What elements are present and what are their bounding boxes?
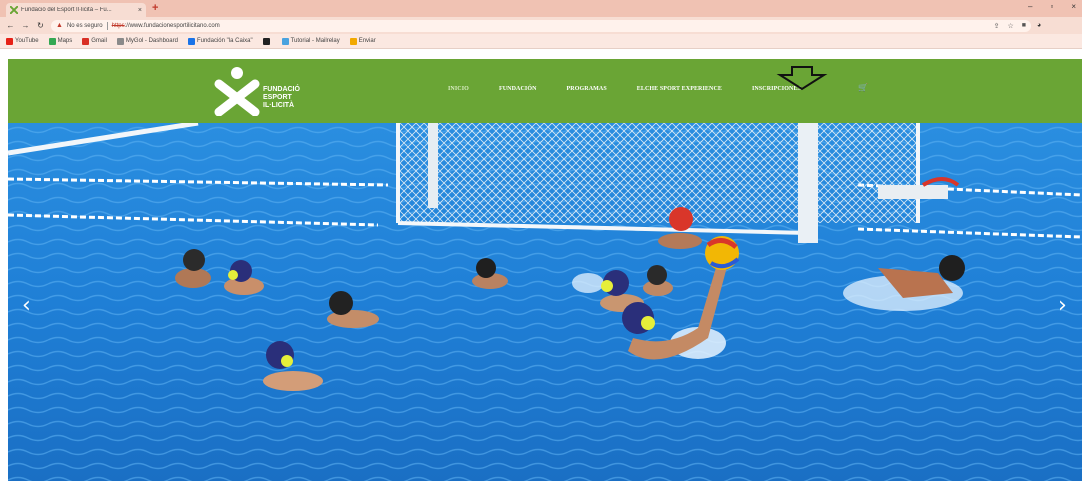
browser-window: Fundació del Esport Il·licità – Fu... × … (0, 0, 1082, 481)
address-toolbar: ← → ↻ ▲ No es seguro https://www.fundaci… (0, 17, 1082, 34)
bookmark-favicon-icon (48, 37, 56, 45)
hero-water-polo-image (8, 123, 1082, 481)
url-bar[interactable]: ▲ No es seguro https://www.fundacionespo… (51, 19, 1031, 32)
window-controls: – ▫ × (1028, 2, 1076, 11)
omnibox-actions: ⇪ ☆ ■ (994, 22, 1026, 30)
profile-icon[interactable]: ◕ (1037, 22, 1041, 29)
insecure-label: No es seguro (66, 22, 103, 29)
forward-icon[interactable]: → (21, 21, 30, 30)
bookmark-label: Fundación "la Caixa" (196, 38, 253, 44)
close-tab-icon[interactable]: × (138, 7, 142, 14)
cart-icon[interactable]: 🛒 (858, 83, 868, 92)
nav-item-elche-sport-experience[interactable]: ELCHE SPORT EXPERIENCE (637, 86, 722, 92)
bookmark-label: YouTube (15, 38, 39, 44)
bookmark-star-icon[interactable]: ☆ (1007, 22, 1013, 30)
logo-line-1: FUNDACIÓ (263, 86, 300, 93)
restore-icon[interactable]: ▫ (1050, 2, 1053, 11)
logo-wordmark: FUNDACIÓ ESPORT IL·LICITÀ (263, 86, 300, 110)
bookmark-item[interactable]: MyGol - Dashboard (116, 37, 178, 45)
bookmark-item[interactable] (262, 37, 272, 45)
logo-line-3: IL·LICITÀ (263, 102, 295, 109)
share-icon[interactable]: ⇪ (994, 22, 1000, 30)
bookmark-favicon-icon (82, 37, 90, 45)
bookmark-label: Maps (57, 38, 73, 44)
back-icon[interactable]: ← (6, 21, 15, 30)
nav-item-programas[interactable]: PROGRAMAS (567, 86, 607, 92)
bookmark-item[interactable]: Enviar (349, 37, 376, 45)
url-https: https (111, 22, 125, 29)
bookmark-favicon-icon (281, 37, 289, 45)
slider-prev-button[interactable]: ‹ (22, 295, 31, 317)
bookmark-item[interactable]: YouTube (6, 37, 39, 45)
logo-line-2: ESPORT (263, 94, 292, 101)
new-tab-button[interactable]: + (152, 2, 158, 14)
bookmark-item[interactable]: Maps (48, 37, 73, 45)
nav-item-fundacion[interactable]: FUNDACIÓN (499, 86, 537, 92)
bookmark-favicon-icon (262, 37, 270, 45)
bookmark-favicon-icon (187, 37, 195, 45)
bookmark-item[interactable]: Gmail (82, 37, 107, 45)
url-text: https://www.fundacionesportilicitano.com (112, 23, 220, 29)
url-domain: ://www.fundacionesportilicitano.com (124, 22, 220, 29)
bookmark-item[interactable]: Tutorial - Mailrelay (281, 37, 340, 45)
sidebar-icon[interactable]: ■ (1022, 22, 1026, 30)
bookmark-label: Enviar (358, 38, 376, 44)
hero-slider: ‹ › (8, 123, 1082, 481)
bookmark-favicon-icon (6, 37, 13, 45)
close-window-icon[interactable]: × (1071, 2, 1076, 11)
tab-title: Fundació del Esport Il·licità – Fu... (21, 7, 112, 13)
bookmarks-bar: YouTube Maps Gmail MyGol - Dashboard Fundaci… (0, 34, 1082, 49)
warning-icon[interactable]: ▲ (56, 22, 63, 29)
favicon-icon (10, 6, 18, 14)
slider-next-button[interactable]: › (1058, 295, 1067, 317)
bookmark-label: MyGol - Dashboard (125, 38, 178, 44)
tab-bar: Fundació del Esport Il·licità – Fu... × … (0, 0, 1082, 17)
nav-item-inicio[interactable]: INICIO (448, 86, 469, 92)
minimize-icon[interactable]: – (1028, 2, 1032, 11)
site-logo[interactable]: FUNDACIÓ ESPORT IL·LICITÀ (213, 64, 323, 120)
main-nav: INICIO FUNDACIÓN PROGRAMAS ELCHE SPORT E… (448, 86, 801, 92)
bookmark-favicon-icon (116, 37, 124, 45)
browser-tab[interactable]: Fundació del Esport Il·licità – Fu... × (6, 3, 146, 17)
site-header: FUNDACIÓ ESPORT IL·LICITÀ INICIO FUNDACI… (8, 59, 1082, 123)
url-separator (106, 21, 108, 30)
arrow-down-annotation-icon (776, 66, 828, 91)
bookmark-label: Gmail (91, 38, 107, 44)
logo-figure-icon (214, 67, 260, 117)
reload-icon[interactable]: ↻ (36, 21, 45, 30)
bookmark-item[interactable]: Fundación "la Caixa" (187, 37, 253, 45)
bookmark-favicon-icon (349, 37, 357, 45)
bookmark-label: Tutorial - Mailrelay (290, 38, 340, 44)
